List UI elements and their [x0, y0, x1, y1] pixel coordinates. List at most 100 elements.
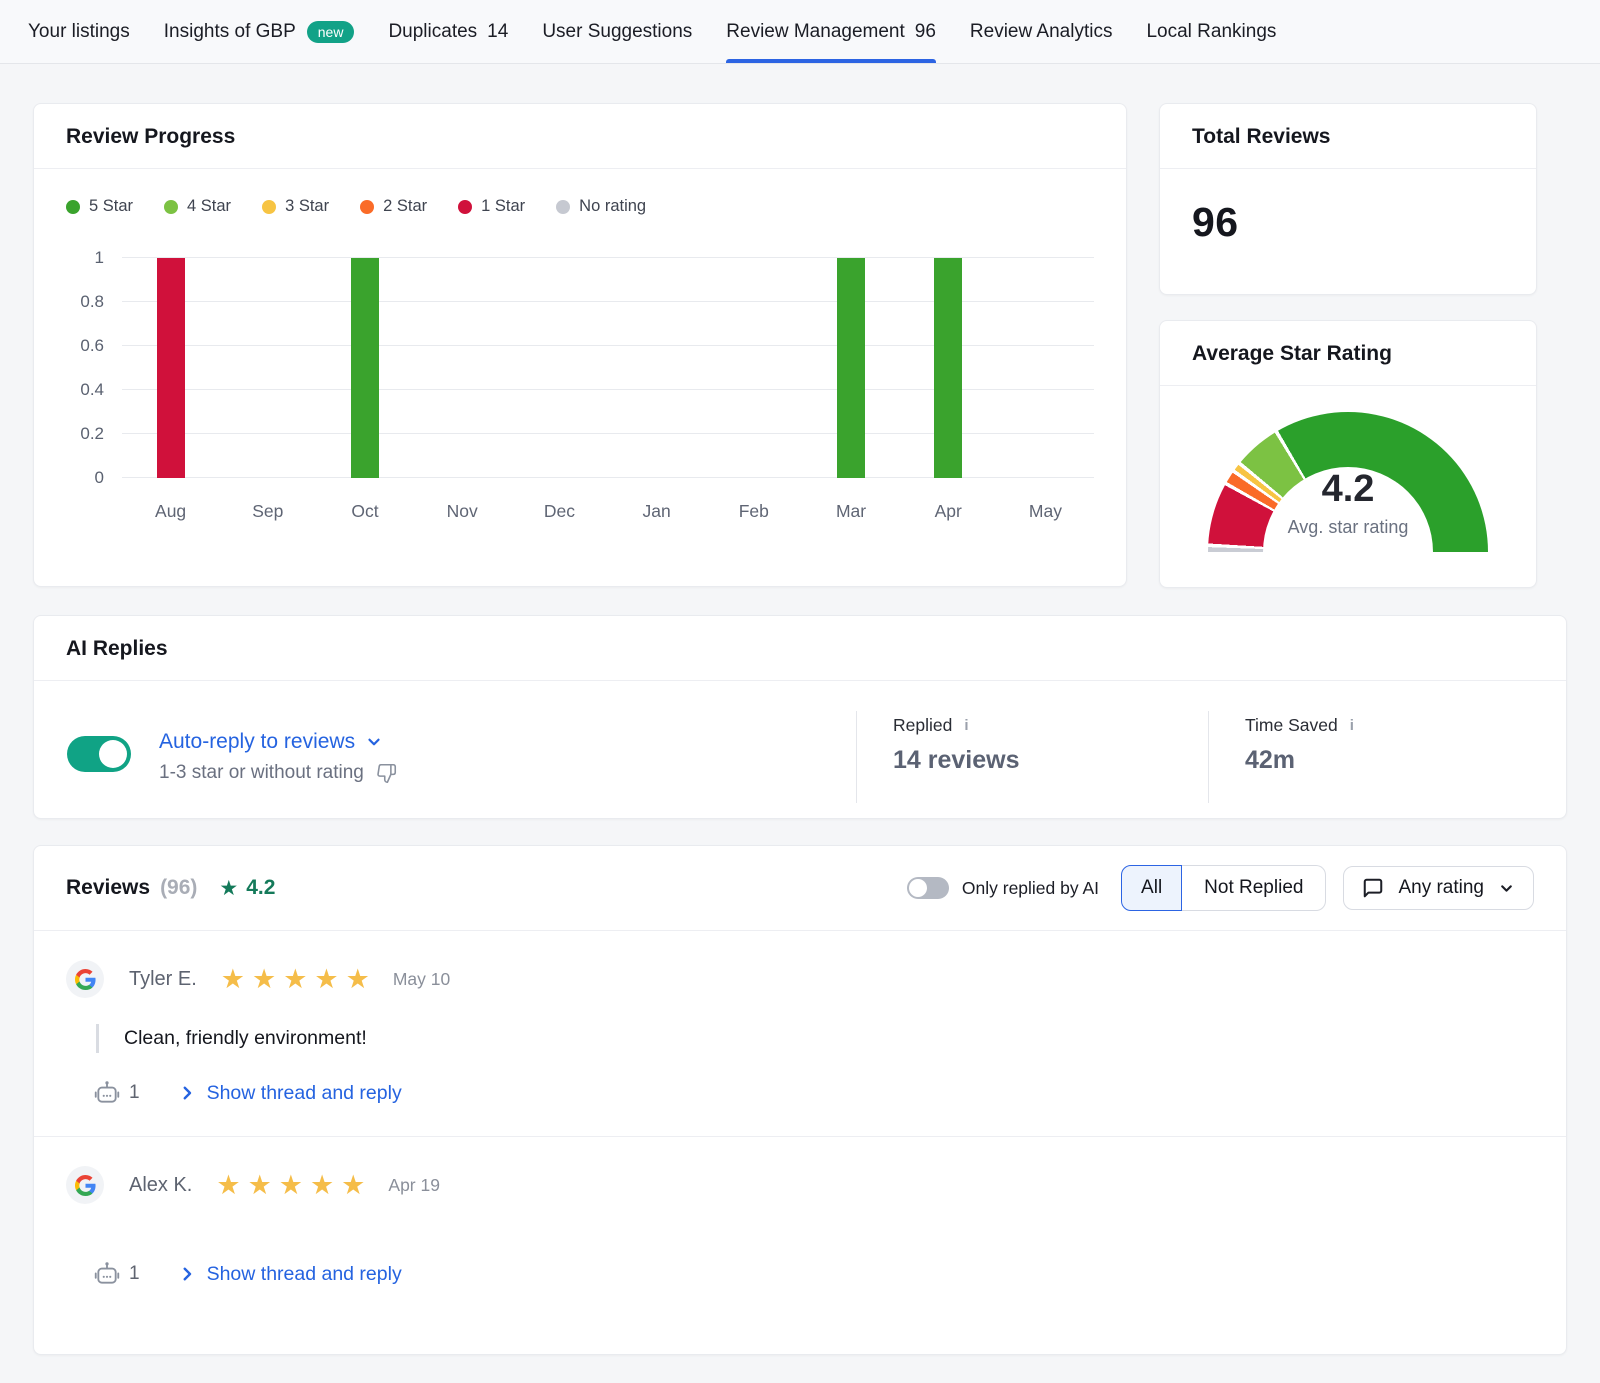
- google-avatar: [66, 960, 104, 998]
- bar-Mar-5-star: [837, 258, 865, 478]
- legend-item[interactable]: 3 Star: [262, 197, 329, 216]
- legend-label: 3 Star: [285, 197, 329, 216]
- tab-review-management[interactable]: Review Management 96: [726, 0, 936, 63]
- total-reviews-title: Total Reviews: [1160, 104, 1536, 169]
- auto-reply-dropdown[interactable]: Auto-reply to reviews: [159, 730, 397, 754]
- bars-layer: [122, 258, 1094, 478]
- review-row: Tyler E. ★★★★★ May 10 Clean, friendly en…: [34, 931, 1566, 1136]
- x-tick-label: Jan: [608, 501, 705, 522]
- legend-label: 4 Star: [187, 197, 231, 216]
- tab-label: User Suggestions: [542, 21, 692, 43]
- legend-item[interactable]: 5 Star: [66, 197, 133, 216]
- rating-filter-label: Any rating: [1398, 877, 1484, 899]
- bar-Aug-1-star: [157, 258, 185, 478]
- info-icon[interactable]: i: [964, 717, 968, 734]
- bar-column: [900, 258, 997, 478]
- bar-column: [219, 258, 316, 478]
- google-avatar: [66, 1166, 104, 1204]
- x-tick-label: Dec: [511, 501, 608, 522]
- ai-replies-card: AI Replies Auto-reply to reviews 1-3 sta…: [33, 615, 1567, 819]
- filter-not-replied-button[interactable]: Not Replied: [1182, 865, 1326, 911]
- bar-column: [608, 258, 705, 478]
- tab-count: 14: [487, 21, 508, 43]
- bar-Oct-5-star: [351, 258, 379, 478]
- chevron-right-icon: [178, 1265, 196, 1283]
- only-replied-by-ai-toggle[interactable]: [907, 877, 949, 899]
- legend-item[interactable]: 4 Star: [164, 197, 231, 216]
- reviewer-name: Alex K.: [129, 1174, 192, 1197]
- star-icon: ★: [219, 876, 238, 901]
- reviews-title: Reviews: [66, 876, 150, 900]
- legend-dot: [66, 200, 80, 214]
- bar-column: [414, 258, 511, 478]
- tab-your-listings[interactable]: Your listings: [28, 0, 130, 63]
- auto-reply-label: Auto-reply to reviews: [159, 730, 355, 754]
- replied-label: Replied: [893, 715, 952, 736]
- bar-column: [316, 258, 413, 478]
- x-tick-label: Apr: [900, 501, 997, 522]
- average-star-rating-title: Average Star Rating: [1160, 321, 1536, 386]
- total-reviews-card: Total Reviews 96: [1159, 103, 1537, 295]
- replied-stat: Replied i 14 reviews: [856, 711, 1208, 803]
- chevron-down-icon: [1498, 880, 1515, 897]
- speech-bubble-icon: [1362, 877, 1384, 899]
- average-star-rating-card: Average Star Rating 4.2 Avg. star rating: [1159, 320, 1537, 588]
- tab-user-suggestions[interactable]: User Suggestions: [542, 0, 692, 63]
- tab-label: Insights of GBP: [164, 21, 296, 43]
- tab-label: Duplicates: [388, 21, 477, 43]
- show-thread-link[interactable]: Show thread and reply: [178, 1263, 402, 1286]
- new-badge: new: [307, 21, 355, 43]
- toggle-knob: [99, 740, 127, 768]
- x-tick-label: Nov: [414, 501, 511, 522]
- y-tick-label: 1: [95, 248, 104, 268]
- show-thread-link[interactable]: Show thread and reply: [178, 1082, 402, 1105]
- x-tick-label: Mar: [802, 501, 899, 522]
- legend-label: 5 Star: [89, 197, 133, 216]
- legend-item[interactable]: No rating: [556, 197, 646, 216]
- tab-count: 96: [915, 21, 936, 43]
- thumbs-down-icon: [376, 763, 397, 784]
- bar-Apr-5-star: [934, 258, 962, 478]
- y-tick-label: 0.2: [80, 424, 104, 444]
- review-progress-card: Review Progress 5 Star 4 Star 3 Star 2 S…: [33, 103, 1127, 587]
- info-icon[interactable]: i: [1350, 717, 1354, 734]
- legend-dot: [262, 200, 276, 214]
- y-tick-label: 0.8: [80, 292, 104, 312]
- legend-label: 1 Star: [481, 197, 525, 216]
- legend-item[interactable]: 2 Star: [360, 197, 427, 216]
- reviews-card: Reviews (96) ★ 4.2 Only replied by AI Al…: [33, 845, 1567, 1355]
- review-text: Clean, friendly environment!: [96, 1024, 1534, 1053]
- tab-local-rankings[interactable]: Local Rankings: [1146, 0, 1276, 63]
- total-reviews-value: 96: [1192, 199, 1504, 246]
- y-tick-label: 0.4: [80, 380, 104, 400]
- y-tick-label: 0: [95, 468, 104, 488]
- time-saved-stat: Time Saved i 42m: [1208, 711, 1566, 803]
- review-row: Alex K. ★★★★★ Apr 19 1: [34, 1136, 1566, 1317]
- gauge-caption: Avg. star rating: [1208, 517, 1488, 538]
- ai-reply-count: 1: [129, 1263, 140, 1285]
- tab-insights-of-gbp[interactable]: Insights of GBP new: [164, 0, 355, 63]
- bar-column: [511, 258, 608, 478]
- tab-review-analytics[interactable]: Review Analytics: [970, 0, 1113, 63]
- tab-duplicates[interactable]: Duplicates 14: [388, 0, 508, 63]
- review-date: May 10: [393, 969, 450, 990]
- x-tick-label: Aug: [122, 501, 219, 522]
- tab-label: Local Rankings: [1146, 21, 1276, 43]
- show-thread-label: Show thread and reply: [207, 1263, 402, 1286]
- legend-item[interactable]: 1 Star: [458, 197, 525, 216]
- legend-label: No rating: [579, 197, 646, 216]
- ai-robot-icon: [94, 1080, 120, 1106]
- filter-all-button[interactable]: All: [1121, 865, 1182, 911]
- legend-dot: [164, 200, 178, 214]
- reviewer-name: Tyler E.: [129, 968, 197, 991]
- y-tick-label: 0.6: [80, 336, 104, 356]
- replied-filter-segmented: All Not Replied: [1121, 865, 1326, 911]
- rating-filter-dropdown[interactable]: Any rating: [1343, 866, 1534, 910]
- auto-reply-toggle[interactable]: [67, 736, 131, 772]
- bar-column: [802, 258, 899, 478]
- tab-label: Review Management: [726, 21, 904, 43]
- ai-robot-icon: [94, 1261, 120, 1287]
- chevron-down-icon: [365, 733, 383, 751]
- bar-column: [997, 258, 1094, 478]
- review-date: Apr 19: [388, 1175, 440, 1196]
